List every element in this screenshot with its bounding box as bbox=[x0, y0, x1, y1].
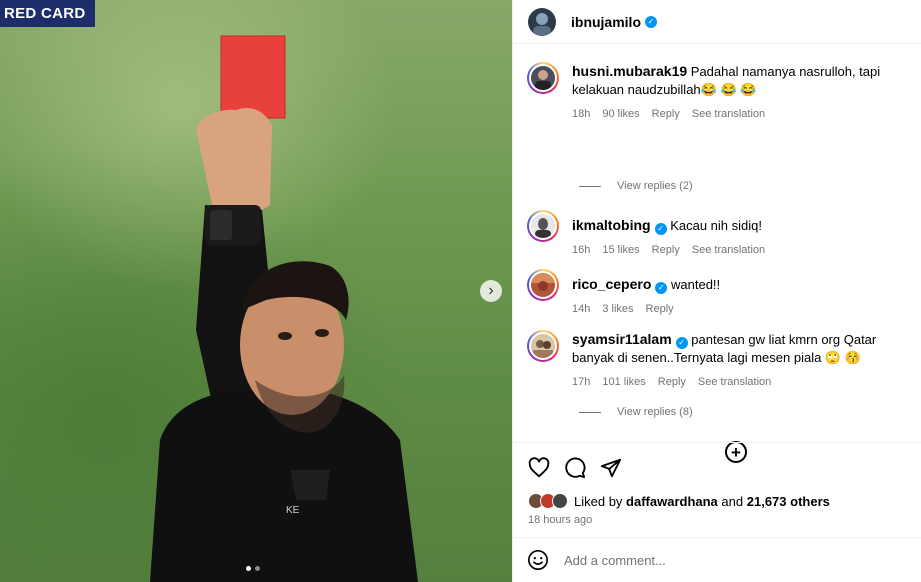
commenter-avatar bbox=[529, 271, 557, 299]
comment-text: ikmaltobing ✓ Kacau nih sidiq! bbox=[572, 216, 765, 235]
comment-text: husni.mubarak19 Padahal namanya nasrullo… bbox=[572, 62, 911, 99]
verified-badge-icon: ✓ bbox=[654, 223, 667, 235]
liked-by-prefix: Liked by bbox=[574, 493, 623, 509]
comments-list: husni.mubarak19 Padahal namanya nasrullo… bbox=[513, 44, 921, 463]
comment-time: 18h bbox=[572, 108, 591, 120]
comment-meta: 16h 15 likes Reply See translation bbox=[572, 241, 765, 259]
see-translation-button[interactable]: See translation bbox=[692, 105, 765, 123]
reply-button[interactable]: Reply bbox=[646, 300, 674, 318]
verified-badge-icon: ✓ bbox=[645, 15, 657, 28]
comment-likes[interactable]: 3 likes bbox=[602, 300, 633, 318]
commenter-username[interactable]: rico_cepero bbox=[572, 276, 651, 292]
svg-text:KE: KE bbox=[286, 505, 300, 516]
red-card-banner: RED CARD bbox=[0, 0, 95, 27]
post-timestamp[interactable]: 18 hours ago bbox=[528, 514, 592, 526]
comment-item: rico_cepero ✓ wanted!! 14h 3 likes Reply bbox=[527, 269, 911, 318]
commenter-username[interactable]: ikmaltobing bbox=[572, 217, 651, 233]
comment-likes[interactable]: 15 likes bbox=[602, 241, 639, 259]
chevron-right-icon: › bbox=[488, 282, 494, 299]
comment-item: husni.mubarak19 Padahal namanya nasrullo… bbox=[527, 62, 911, 123]
comment-input[interactable]: Add a comment... bbox=[564, 553, 666, 568]
liked-by-user[interactable]: daffawardhana bbox=[626, 494, 718, 509]
comment-avatar-ring[interactable] bbox=[527, 62, 559, 94]
comment-body: rico_cepero ✓ wanted!! 14h 3 likes Reply bbox=[572, 269, 720, 318]
commenter-avatar bbox=[529, 64, 557, 92]
commenter-avatar bbox=[529, 332, 557, 360]
comment-meta: 17h 101 likes Reply See translation bbox=[572, 373, 911, 391]
reply-button[interactable]: Reply bbox=[652, 241, 680, 259]
verified-badge-icon: ✓ bbox=[655, 282, 668, 294]
comment-text: syamsir11alam ✓ pantesan gw liat kmrn org… bbox=[572, 330, 911, 367]
author-username[interactable]: ibnujamilo bbox=[571, 14, 641, 30]
commenter-username[interactable]: husni.mubarak19 bbox=[572, 63, 687, 79]
post-sidebar: ibnujamilo ✓ husni.mubarak19 Padahal nam… bbox=[512, 0, 921, 582]
see-translation-button[interactable]: See translation bbox=[698, 373, 771, 391]
liked-by-summary: Liked by daffawardhana and 21,673 others bbox=[528, 493, 830, 509]
emoji-icon[interactable] bbox=[527, 549, 549, 571]
liked-by-and: and bbox=[721, 493, 744, 509]
reply-button[interactable]: Reply bbox=[652, 105, 680, 123]
comment-avatar-ring[interactable] bbox=[527, 269, 559, 301]
referee-photo: KE bbox=[150, 35, 418, 582]
comment-likes[interactable]: 101 likes bbox=[602, 373, 645, 391]
comment-item: syamsir11alam ✓ pantesan gw liat kmrn org… bbox=[527, 330, 911, 391]
comment-time: 14h bbox=[572, 303, 591, 315]
comment-message: wanted!! bbox=[671, 277, 721, 292]
carousel-dot bbox=[255, 566, 260, 571]
red-card bbox=[220, 35, 286, 119]
commenter-avatar bbox=[529, 212, 557, 240]
liked-by-others[interactable]: 21,673 others bbox=[747, 494, 830, 509]
heart-icon[interactable] bbox=[528, 457, 550, 479]
see-translation-button[interactable]: See translation bbox=[692, 241, 765, 259]
post-media: KE RED CARD › bbox=[0, 0, 512, 582]
comment-text: rico_cepero ✓ wanted!! bbox=[572, 275, 720, 294]
post-header: ibnujamilo ✓ bbox=[513, 0, 921, 44]
share-icon[interactable] bbox=[600, 457, 622, 479]
comment-body: husni.mubarak19 Padahal namanya nasrullo… bbox=[572, 62, 911, 123]
view-replies-button[interactable]: View replies (2) bbox=[579, 180, 693, 192]
comment-meta: 18h 90 likes Reply See translation bbox=[572, 105, 911, 123]
divider-line bbox=[579, 185, 601, 187]
comment-body: ikmaltobing ✓ Kacau nih sidiq! 16h 15 lik… bbox=[572, 210, 765, 259]
carousel-dot-active bbox=[246, 566, 251, 571]
view-replies-label: View replies (8) bbox=[617, 406, 693, 418]
view-replies-button[interactable]: View replies (8) bbox=[579, 406, 693, 418]
comment-meta: 14h 3 likes Reply bbox=[572, 300, 720, 318]
comment-message: Kacau nih sidiq! bbox=[670, 218, 762, 233]
comment-icon[interactable] bbox=[564, 457, 586, 479]
view-replies-label: View replies (2) bbox=[617, 180, 693, 192]
carousel-indicator bbox=[246, 566, 260, 571]
author-avatar[interactable] bbox=[528, 7, 556, 36]
divider-line bbox=[579, 411, 601, 413]
action-icons bbox=[528, 457, 622, 479]
liked-by-avatars bbox=[528, 493, 568, 509]
add-comment-bar: Add a comment... bbox=[513, 537, 921, 582]
comment-avatar-ring[interactable] bbox=[527, 330, 559, 362]
verified-badge-icon: ✓ bbox=[675, 337, 688, 349]
comment-body: syamsir11alam ✓ pantesan gw liat kmrn org… bbox=[572, 330, 911, 391]
liker-avatar bbox=[552, 493, 568, 509]
next-slide-button[interactable]: › bbox=[480, 280, 502, 302]
commenter-username[interactable]: syamsir11alam bbox=[572, 331, 672, 347]
comment-avatar-ring[interactable] bbox=[527, 210, 559, 242]
comment-item: ikmaltobing ✓ Kacau nih sidiq! 16h 15 lik… bbox=[527, 210, 911, 259]
reply-button[interactable]: Reply bbox=[658, 373, 686, 391]
comment-time: 16h bbox=[572, 244, 591, 256]
comment-likes[interactable]: 90 likes bbox=[602, 105, 639, 123]
comment-time: 17h bbox=[572, 376, 591, 388]
